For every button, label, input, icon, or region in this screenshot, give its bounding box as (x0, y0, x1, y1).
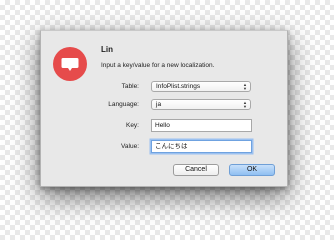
dialog-title: Lin (101, 45, 113, 54)
table-label: Table: (121, 83, 139, 90)
language-popup-value: ja (156, 101, 162, 108)
language-label: Language: (108, 101, 139, 108)
language-popup[interactable]: ja ▲ ▼ (151, 99, 251, 110)
table-popup[interactable]: InfoPlist.strings ▲ ▼ (151, 81, 251, 92)
ok-button[interactable]: OK (229, 164, 275, 176)
table-popup-value: InfoPlist.strings (156, 83, 201, 90)
speech-bubble-icon (53, 47, 87, 81)
speech-bubble-icon-graphic (61, 58, 79, 71)
new-localization-dialog: Lin Input a key/value for a new localiza… (40, 30, 288, 187)
up-down-chevron-icon: ▲ ▼ (243, 82, 247, 91)
cancel-button[interactable]: Cancel (173, 164, 219, 176)
dialog-message: Input a key/value for a new localization… (101, 62, 215, 69)
key-label: Key: (125, 122, 139, 129)
value-label: Value: (121, 143, 139, 150)
key-field[interactable]: Hello (151, 119, 252, 132)
up-down-chevron-icon: ▲ ▼ (243, 100, 247, 109)
value-field[interactable]: こんにちは (151, 140, 252, 153)
